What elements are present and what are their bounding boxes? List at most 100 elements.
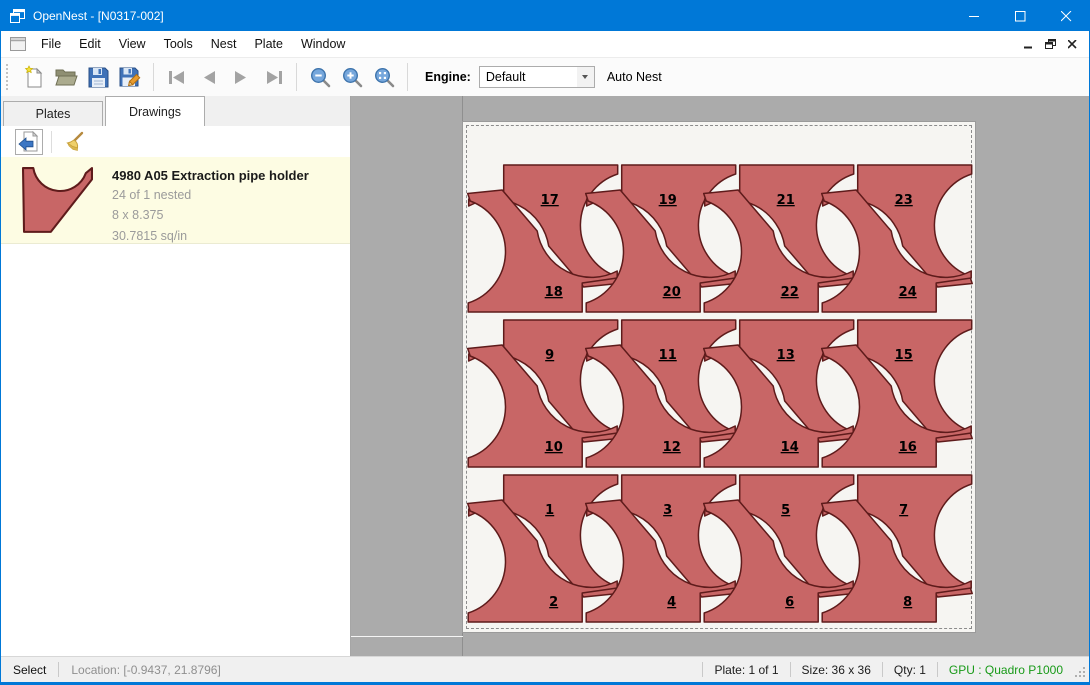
nest-part-number: 17: [541, 193, 559, 208]
next-icon: [233, 70, 249, 85]
nest-part-number: 16: [899, 440, 917, 455]
status-qty: Qty: 1: [894, 663, 926, 677]
minimize-button[interactable]: [951, 1, 997, 31]
nest-canvas[interactable]: 171921231820222491113151012141613572468: [351, 96, 1089, 656]
drawing-area: 30.7815 sq/in: [112, 228, 309, 245]
plate-svg: 171921231820222491113151012141613572468: [463, 122, 977, 634]
new-button[interactable]: [18, 61, 50, 93]
save-icon: [88, 67, 109, 88]
nest-part-number: 19: [659, 193, 677, 208]
save-as-icon: [119, 67, 141, 88]
menu-item-file[interactable]: File: [32, 33, 70, 55]
menu-bar: File Edit View Tools Nest Plate Window: [1, 31, 1089, 57]
engine-dropdown-button[interactable]: [577, 67, 594, 87]
title-bar: OpenNest - [N0317-002]: [1, 1, 1089, 31]
save-as-button[interactable]: [114, 61, 146, 93]
chevron-down-icon: [582, 75, 588, 79]
next-plate-button[interactable]: [225, 61, 257, 93]
nest-part-number: 24: [899, 285, 917, 300]
status-location: Location: [-0.9437, 21.8796]: [71, 663, 220, 677]
import-drawing-button[interactable]: [15, 129, 43, 155]
nest-part-number: 15: [895, 348, 913, 363]
nest-part-number: 21: [777, 193, 795, 208]
mdi-close-button[interactable]: [1061, 34, 1083, 54]
status-bar: Select Location: [-0.9437, 21.8796] Plat…: [1, 656, 1089, 682]
last-icon: [264, 70, 283, 85]
open-folder-icon: [54, 67, 78, 87]
previous-icon: [201, 70, 217, 85]
nest-part-number: 13: [777, 348, 795, 363]
toolbar-separator: [153, 63, 154, 91]
tab-strip: Plates Drawings: [1, 96, 350, 126]
maximize-icon: [1015, 11, 1026, 22]
nest-part-number: 9: [545, 348, 554, 363]
import-drawing-icon: [18, 131, 40, 153]
nest-part-number: 22: [781, 285, 799, 300]
nest-part-number: 23: [895, 193, 913, 208]
tab-drawings[interactable]: Drawings: [105, 96, 205, 126]
main-toolbar: Engine: Default Auto Nest: [1, 57, 1089, 96]
engine-label: Engine:: [425, 70, 471, 84]
mdi-restore-button[interactable]: [1039, 34, 1061, 54]
menu-item-nest[interactable]: Nest: [202, 33, 246, 55]
save-button[interactable]: [82, 61, 114, 93]
nest-part-number: 5: [781, 503, 790, 518]
status-separator: [790, 662, 791, 677]
close-button[interactable]: [1043, 1, 1089, 31]
new-document-icon: [23, 65, 45, 89]
drawing-list-item[interactable]: 4980 A05 Extraction pipe holder 24 of 1 …: [1, 157, 350, 244]
minimize-icon: [969, 11, 980, 22]
toolbar-grip: [6, 64, 10, 90]
mdi-restore-icon: [1045, 39, 1056, 49]
plate: 171921231820222491113151012141613572468: [462, 121, 976, 633]
nest-part-number: 3: [663, 503, 672, 518]
maximize-button[interactable]: [997, 1, 1043, 31]
tab-plates[interactable]: Plates: [3, 101, 103, 126]
drawing-dimensions: 8 x 8.375: [112, 207, 309, 224]
nest-part-number: 18: [545, 285, 563, 300]
zoom-in-button[interactable]: [336, 61, 368, 93]
status-separator: [882, 662, 883, 677]
resize-grip[interactable]: [1073, 665, 1086, 681]
broom-icon: [63, 131, 85, 153]
mdi-document-icon[interactable]: [10, 37, 26, 51]
nest-part-number: 2: [549, 595, 558, 610]
engine-select[interactable]: Default: [479, 66, 595, 88]
status-separator: [937, 662, 938, 677]
nest-part-number: 4: [667, 595, 676, 610]
menu-item-view[interactable]: View: [110, 33, 155, 55]
nest-part-number: 20: [663, 285, 681, 300]
auto-nest-button[interactable]: Auto Nest: [607, 70, 662, 84]
last-plate-button[interactable]: [257, 61, 289, 93]
toolbar-separator: [296, 63, 297, 91]
drawings-toolbar: [1, 126, 350, 157]
nest-part-number: 14: [781, 440, 799, 455]
engine-value: Default: [480, 70, 577, 84]
nest-part-number: 1: [545, 503, 554, 518]
zoom-out-icon: [310, 67, 331, 88]
part-thumbnail: [19, 166, 97, 236]
drawings-toolbar-separator: [51, 131, 52, 153]
open-button[interactable]: [50, 61, 82, 93]
menu-item-window[interactable]: Window: [292, 33, 354, 55]
menu-item-tools[interactable]: Tools: [155, 33, 202, 55]
previous-plate-button[interactable]: [193, 61, 225, 93]
nest-part-number: 6: [785, 595, 794, 610]
clear-button[interactable]: [60, 129, 88, 155]
mdi-minimize-button[interactable]: [1017, 34, 1039, 54]
canvas-divider-line: [351, 636, 463, 637]
zoom-fit-icon: [374, 67, 395, 88]
toolbar-separator: [407, 63, 408, 91]
app-window: OpenNest - [N0317-002] File Edit View To…: [0, 0, 1090, 685]
first-plate-button[interactable]: [161, 61, 193, 93]
status-plate: Plate: 1 of 1: [714, 663, 778, 677]
drawing-nested-count: 24 of 1 nested: [112, 187, 309, 204]
menu-item-plate[interactable]: Plate: [245, 33, 292, 55]
drawing-title: 4980 A05 Extraction pipe holder: [112, 168, 309, 183]
zoom-out-button[interactable]: [304, 61, 336, 93]
zoom-fit-button[interactable]: [368, 61, 400, 93]
sidebar-panel: Plates Drawings 4980 A05 Extraction pipe…: [1, 96, 351, 656]
first-icon: [168, 70, 187, 85]
mdi-minimize-icon: [1024, 40, 1033, 49]
menu-item-edit[interactable]: Edit: [70, 33, 110, 55]
